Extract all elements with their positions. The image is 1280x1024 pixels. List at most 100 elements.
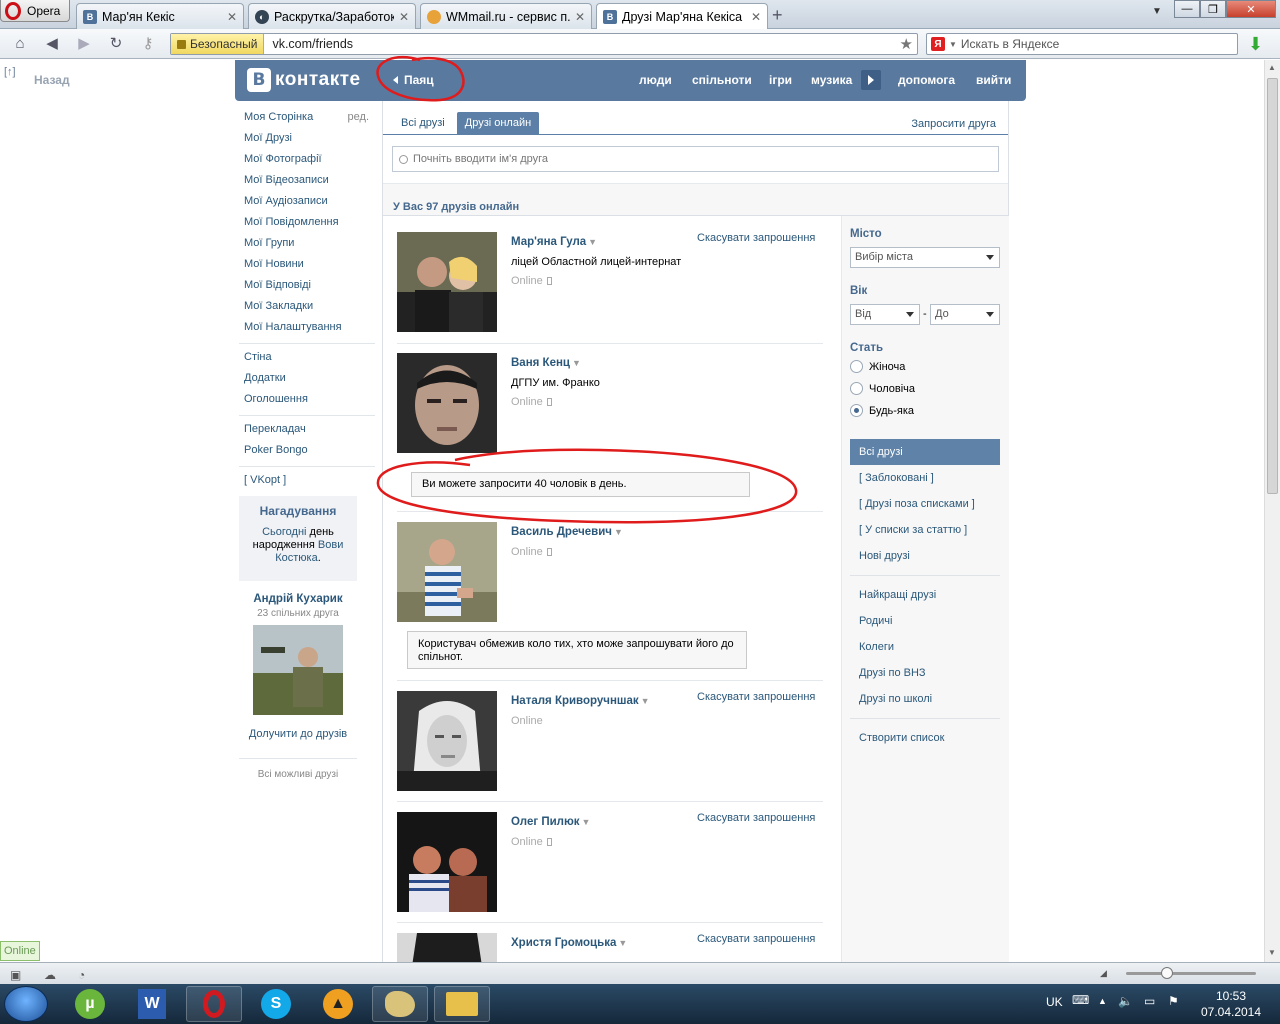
list-all-friends[interactable]: Всі друзі: [850, 439, 1000, 465]
download-arrow-icon[interactable]: ⬇: [1248, 34, 1268, 54]
friend-photo[interactable]: [397, 812, 497, 912]
home-icon[interactable]: ⌂: [10, 35, 30, 53]
browser-tab-1[interactable]: B Мар'ян Кекіс ✕: [76, 3, 244, 29]
menu-poker-bongo[interactable]: Poker Bongo: [239, 441, 375, 462]
key-icon[interactable]: ⚷: [138, 35, 158, 53]
browser-tab-2[interactable]: ◐ Раскрутка/Заработок ... ✕: [248, 3, 416, 29]
language-indicator[interactable]: UK: [1046, 995, 1063, 1009]
menu-my-messages[interactable]: Мої Повідомлення: [239, 213, 375, 234]
scroll-up-icon[interactable]: ▲: [1268, 63, 1276, 72]
menu-vkopt[interactable]: [ VKopt ]: [239, 471, 375, 492]
close-tab-icon[interactable]: ✕: [575, 10, 585, 24]
age-to-select[interactable]: До: [930, 304, 1000, 325]
url-field[interactable]: Безопасный vk.com/friends ★: [170, 33, 918, 55]
zoom-slider-knob[interactable]: [1161, 967, 1173, 979]
scroll-down-icon[interactable]: ▼: [1268, 948, 1276, 957]
friend-dropdown-icon[interactable]: ▼: [614, 527, 623, 537]
search-engine-chevron-icon[interactable]: ▼: [949, 40, 957, 49]
list-by-gender[interactable]: [ У списки за статтю ]: [850, 517, 1000, 543]
tray-expand-icon[interactable]: ▲: [1098, 996, 1107, 1006]
friend-dropdown-icon[interactable]: ▼: [641, 696, 650, 706]
nav-people[interactable]: люди: [639, 73, 672, 87]
friend-photo[interactable]: [397, 353, 497, 453]
close-tab-icon[interactable]: ✕: [751, 10, 761, 24]
minimize-window-icon[interactable]: —: [1174, 0, 1200, 18]
browser-tab-3[interactable]: WMmail.ru - сервис п... ✕: [420, 3, 592, 29]
skype-icon[interactable]: S: [248, 986, 304, 1022]
friend-photo[interactable]: [397, 232, 497, 332]
nav-more-button[interactable]: [861, 70, 881, 90]
vk-logo[interactable]: B контакте: [247, 68, 361, 92]
create-list-link[interactable]: Створити список: [850, 725, 1000, 751]
cloud-icon[interactable]: ☁: [44, 968, 58, 982]
friend-photo[interactable]: [397, 522, 497, 622]
friend-photo[interactable]: [397, 691, 497, 791]
all-possible-friends-link[interactable]: Всі можливі друзі: [239, 758, 357, 780]
url-text[interactable]: vk.com/friends: [264, 37, 899, 51]
aimp-icon[interactable]: ▲: [310, 986, 366, 1022]
sex-option-any[interactable]: Будь-яка: [850, 404, 914, 417]
zoom-arrow-icon[interactable]: ◢: [1100, 968, 1114, 980]
zoom-slider[interactable]: [1126, 972, 1256, 975]
system-clock[interactable]: 10:53 07.04.2014: [1196, 988, 1266, 1020]
list-best-friends[interactable]: Найкращі друзі: [850, 582, 1000, 608]
windows-start-button[interactable]: [4, 986, 48, 1022]
friend-name-link[interactable]: Ваня Кенц ▼: [511, 357, 581, 369]
nav-logout[interactable]: вийти: [976, 73, 1011, 87]
speed-dial-icon[interactable]: ◔: [78, 968, 92, 982]
nav-games[interactable]: ігри: [769, 73, 792, 87]
cancel-invitation-link[interactable]: Скасувати запрошення: [697, 812, 815, 824]
friend-name-link[interactable]: Василь Дречевич ▼: [511, 526, 623, 538]
tab-list-chevron-icon[interactable]: ▼: [1152, 6, 1162, 17]
action-center-flag-icon[interactable]: ⚑: [1168, 994, 1179, 1008]
close-tab-icon[interactable]: ✕: [399, 10, 409, 24]
friend-name-link[interactable]: Наталя Криворучншак ▼: [511, 695, 650, 707]
nav-music[interactable]: музика: [811, 73, 852, 87]
friend-dropdown-icon[interactable]: ▼: [618, 938, 627, 948]
keyboard-icon[interactable]: ⌨: [1072, 993, 1089, 1007]
back-arrow-icon[interactable]: ◀: [42, 35, 62, 53]
age-from-select[interactable]: Від: [850, 304, 920, 325]
invite-friend-link[interactable]: Запросити друга: [911, 118, 996, 130]
nav-help[interactable]: допомога: [898, 73, 955, 87]
menu-ads[interactable]: Оголошення: [239, 390, 375, 411]
cancel-invitation-link[interactable]: Скасувати запрошення: [697, 232, 815, 244]
utorrent-icon[interactable]: µ: [62, 986, 118, 1022]
cancel-invitation-link[interactable]: Скасувати запрошення: [697, 933, 815, 945]
list-unlisted[interactable]: [ Друзі поза списками ]: [850, 491, 1000, 517]
friend-name-link[interactable]: Христя Громоцька ▼: [511, 937, 627, 949]
menu-my-bookmarks[interactable]: Мої Закладки: [239, 297, 375, 318]
suggestion-name[interactable]: Андрій Кухарик: [239, 593, 357, 605]
new-tab-icon[interactable]: +: [772, 5, 783, 26]
friend-dropdown-icon[interactable]: ▼: [582, 817, 591, 827]
tab-friends-online[interactable]: Друзі онлайн: [456, 112, 540, 134]
menu-my-answers[interactable]: Мої Відповіді: [239, 276, 375, 297]
menu-my-photos[interactable]: Мої Фотографії: [239, 150, 375, 171]
reminder-today-link[interactable]: Сьогодні: [262, 526, 306, 538]
suggestion-photo[interactable]: [253, 625, 343, 715]
menu-my-page[interactable]: Моя Сторінка ред.: [239, 108, 375, 129]
paint-icon[interactable]: [372, 986, 428, 1022]
browser-tab-4-active[interactable]: B Друзі Мар'яна Кекіса |... ✕: [596, 3, 768, 30]
opera-menu-button[interactable]: Opera: [0, 0, 70, 22]
list-university-friends[interactable]: Друзі по ВНЗ: [850, 660, 1000, 686]
menu-apps[interactable]: Додатки: [239, 369, 375, 390]
reload-icon[interactable]: ↻: [106, 35, 126, 53]
add-to-friends-link[interactable]: Долучити до друзів: [239, 728, 357, 740]
friend-name-link[interactable]: Мар'яна Гула ▼: [511, 236, 597, 248]
sex-option-male[interactable]: Чоловіча: [850, 382, 915, 395]
scrollbar-thumb[interactable]: [1267, 78, 1278, 494]
friend-dropdown-icon[interactable]: ▼: [588, 237, 597, 247]
city-select[interactable]: Вибір міста: [850, 247, 1000, 268]
security-badge[interactable]: Безопасный: [171, 34, 265, 54]
list-blocked[interactable]: [ Заблоковані ]: [850, 465, 1000, 491]
menu-translator[interactable]: Перекладач: [239, 420, 375, 441]
cancel-invitation-link[interactable]: Скасувати запрошення: [697, 691, 815, 703]
menu-my-friends[interactable]: Мої Друзі: [239, 129, 375, 150]
friend-dropdown-icon[interactable]: ▼: [572, 358, 581, 368]
close-window-icon[interactable]: ✕: [1226, 0, 1276, 18]
nav-communities[interactable]: спільноти: [692, 73, 752, 87]
yandex-search-field[interactable]: Я ▼ Искать в Яндексе: [926, 33, 1238, 55]
friend-photo[interactable]: [397, 933, 497, 963]
list-colleagues[interactable]: Колеги: [850, 634, 1000, 660]
